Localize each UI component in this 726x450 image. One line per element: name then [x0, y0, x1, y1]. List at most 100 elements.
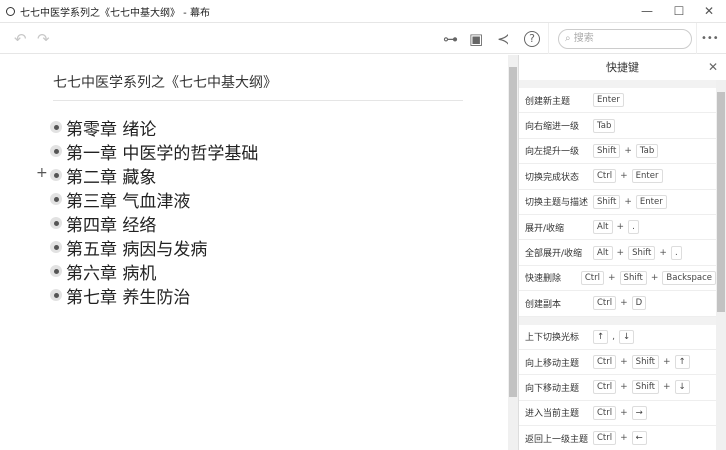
- outline-item[interactable]: 第三章 气血津液: [50, 187, 190, 212]
- key-cap: Ctrl: [593, 380, 617, 395]
- key-separator: +: [663, 382, 671, 393]
- shortcut-group: 上下切换光标 ↑, ↓ 向上移动主题 Ctrl + Shift + ↑ 向下移动主题 Ctrl + Sh…: [519, 324, 716, 450]
- close-button[interactable]: ✕: [694, 0, 724, 22]
- bullet-icon[interactable]: [50, 265, 62, 277]
- shortcut-row: 上下切换光标 ↑, ↓: [519, 325, 716, 350]
- key-cap: Ctrl: [580, 270, 604, 285]
- present-icon[interactable]: ▣: [469, 29, 483, 49]
- help-icon[interactable]: ?: [524, 31, 540, 47]
- key-separator: +: [620, 357, 628, 368]
- bullet-icon[interactable]: [50, 289, 62, 301]
- key-cap: Ctrl: [593, 296, 617, 311]
- outline-item[interactable]: 第零章 绪论: [50, 115, 156, 140]
- shortcut-group: 创建新主题 Enter 向右缩进一级 Tab 向左提升一级 Shift + Tab 切换完成状态…: [519, 88, 716, 317]
- bullet-icon[interactable]: [50, 241, 62, 253]
- key-separator: +: [620, 433, 628, 444]
- key-cap: Shift: [619, 270, 647, 285]
- bullet-icon[interactable]: [50, 169, 62, 181]
- outline-item[interactable]: 第六章 病机: [50, 259, 156, 284]
- redo-icon[interactable]: ↷: [37, 29, 50, 49]
- key-cap: Tab: [635, 143, 659, 158]
- outline-item[interactable]: 第七章 养生防治: [50, 283, 190, 308]
- outline-item[interactable]: 第五章 病因与发病: [50, 235, 207, 260]
- key-cap: Shift: [593, 143, 621, 158]
- key-cap: .: [670, 245, 682, 260]
- key-cap: Enter: [593, 93, 624, 108]
- key-cap: Shift: [631, 355, 659, 370]
- key-cap: Shift: [628, 245, 656, 260]
- maximize-button[interactable]: ☐: [664, 0, 694, 22]
- outline-item-text[interactable]: 第零章 绪论: [66, 115, 156, 140]
- outline-item-text[interactable]: 第二章 藏象: [66, 163, 156, 188]
- key-cap: Shift: [593, 194, 621, 209]
- key-separator: +: [608, 272, 616, 283]
- shortcut-row: 向上移动主题 Ctrl + Shift + ↑: [519, 350, 716, 376]
- bullet-icon[interactable]: [50, 193, 62, 205]
- shortcuts-panel: 快捷键 ✕ 创建新主题 Enter 向右缩进一级 Tab 向左提升一级 Shift + Tab 切…: [518, 55, 726, 450]
- shortcut-label: 快速删除: [525, 274, 562, 285]
- panel-scrollbar[interactable]: [716, 80, 726, 450]
- shortcut-row: 向左提升一级 Shift + Tab: [519, 139, 716, 165]
- key-cap: Backspace: [662, 270, 716, 285]
- shortcut-row: 进入当前主题 Ctrl + →: [519, 401, 716, 427]
- search-placeholder: 搜索: [573, 33, 594, 44]
- shortcut-row: 向下移动主题 Ctrl + Shift + ↓: [519, 375, 716, 401]
- outline-item-text[interactable]: 第七章 养生防治: [66, 283, 190, 308]
- key-cap: D: [631, 296, 647, 311]
- shortcut-label: 创建副本: [525, 299, 562, 310]
- shortcut-label: 创建新主题: [525, 96, 571, 107]
- shortcut-label: 向上移动主题: [525, 358, 580, 369]
- close-panel-icon[interactable]: ✕: [708, 55, 718, 80]
- key-cap: Ctrl: [593, 431, 617, 446]
- key-cap: Enter: [635, 194, 667, 209]
- outline-item-text[interactable]: 第四章 经络: [66, 211, 156, 236]
- outline-item-text[interactable]: 第三章 气血津液: [66, 187, 190, 212]
- shortcut-row: 创建副本 Ctrl + D: [519, 291, 716, 317]
- shortcut-row: 切换完成状态 Ctrl + Enter: [519, 164, 716, 190]
- editor-scrollbar[interactable]: [508, 55, 518, 450]
- shortcut-label: 切换完成状态: [525, 172, 580, 183]
- key-cap: Alt: [593, 245, 613, 260]
- shortcut-label: 展开/收缩: [525, 223, 565, 234]
- key-cap: Shift: [631, 380, 659, 395]
- outline-item-text[interactable]: 第六章 病机: [66, 259, 156, 284]
- more-icon[interactable]: •••: [701, 29, 719, 49]
- toolbar: ↶ ↷ ⊶ ▣ ≺ ? ⌕ 搜索 •••: [0, 22, 726, 54]
- key-separator: +: [663, 357, 671, 368]
- shortcut-row: 展开/收缩 Alt +.: [519, 215, 716, 241]
- undo-icon[interactable]: ↶: [14, 29, 27, 49]
- app-logo-icon: [6, 6, 15, 16]
- key-cap: ←: [631, 431, 647, 446]
- outline-item-text[interactable]: 第五章 病因与发病: [66, 235, 207, 260]
- minimize-button[interactable]: —: [632, 0, 662, 22]
- key-cap: Ctrl: [593, 405, 617, 420]
- outline-item[interactable]: 第一章 中医学的哲学基础: [50, 139, 258, 164]
- document-editor[interactable]: 七七中医学系列之《七七中基大纲》 + 第零章 绪论 第一章 中医学的哲学基础 第二章…: [0, 55, 508, 450]
- shortcut-label: 向下移动主题: [525, 383, 580, 394]
- key-cap: Tab: [593, 118, 616, 133]
- document-title[interactable]: 七七中医学系列之《七七中基大纲》: [53, 72, 277, 92]
- key-cap: ↑: [593, 329, 609, 344]
- key-separator: +: [616, 222, 625, 233]
- add-icon[interactable]: +: [36, 165, 48, 181]
- mindmap-icon[interactable]: ⊶: [443, 29, 458, 49]
- bullet-icon[interactable]: [50, 121, 62, 133]
- key-separator: +: [620, 382, 628, 393]
- key-separator: +: [620, 298, 628, 309]
- shortcut-label: 返回上一级主题: [525, 434, 589, 445]
- search-input[interactable]: ⌕ 搜索: [558, 29, 692, 49]
- shortcut-label: 上下切换光标: [525, 333, 580, 344]
- key-separator: ,: [612, 331, 615, 342]
- bullet-icon[interactable]: [50, 217, 62, 229]
- key-separator: +: [659, 247, 667, 258]
- share-icon[interactable]: ≺: [497, 29, 510, 49]
- outline-item[interactable]: 第二章 藏象: [50, 163, 156, 188]
- outline-item[interactable]: 第四章 经络: [50, 211, 156, 236]
- outline-item-text[interactable]: 第一章 中医学的哲学基础: [66, 139, 258, 164]
- key-cap: ↓: [619, 329, 635, 344]
- key-cap: Ctrl: [593, 355, 617, 370]
- bullet-icon[interactable]: [50, 145, 62, 157]
- key-separator: +: [620, 171, 628, 182]
- key-cap: .: [628, 220, 639, 235]
- key-cap: Ctrl: [593, 169, 617, 184]
